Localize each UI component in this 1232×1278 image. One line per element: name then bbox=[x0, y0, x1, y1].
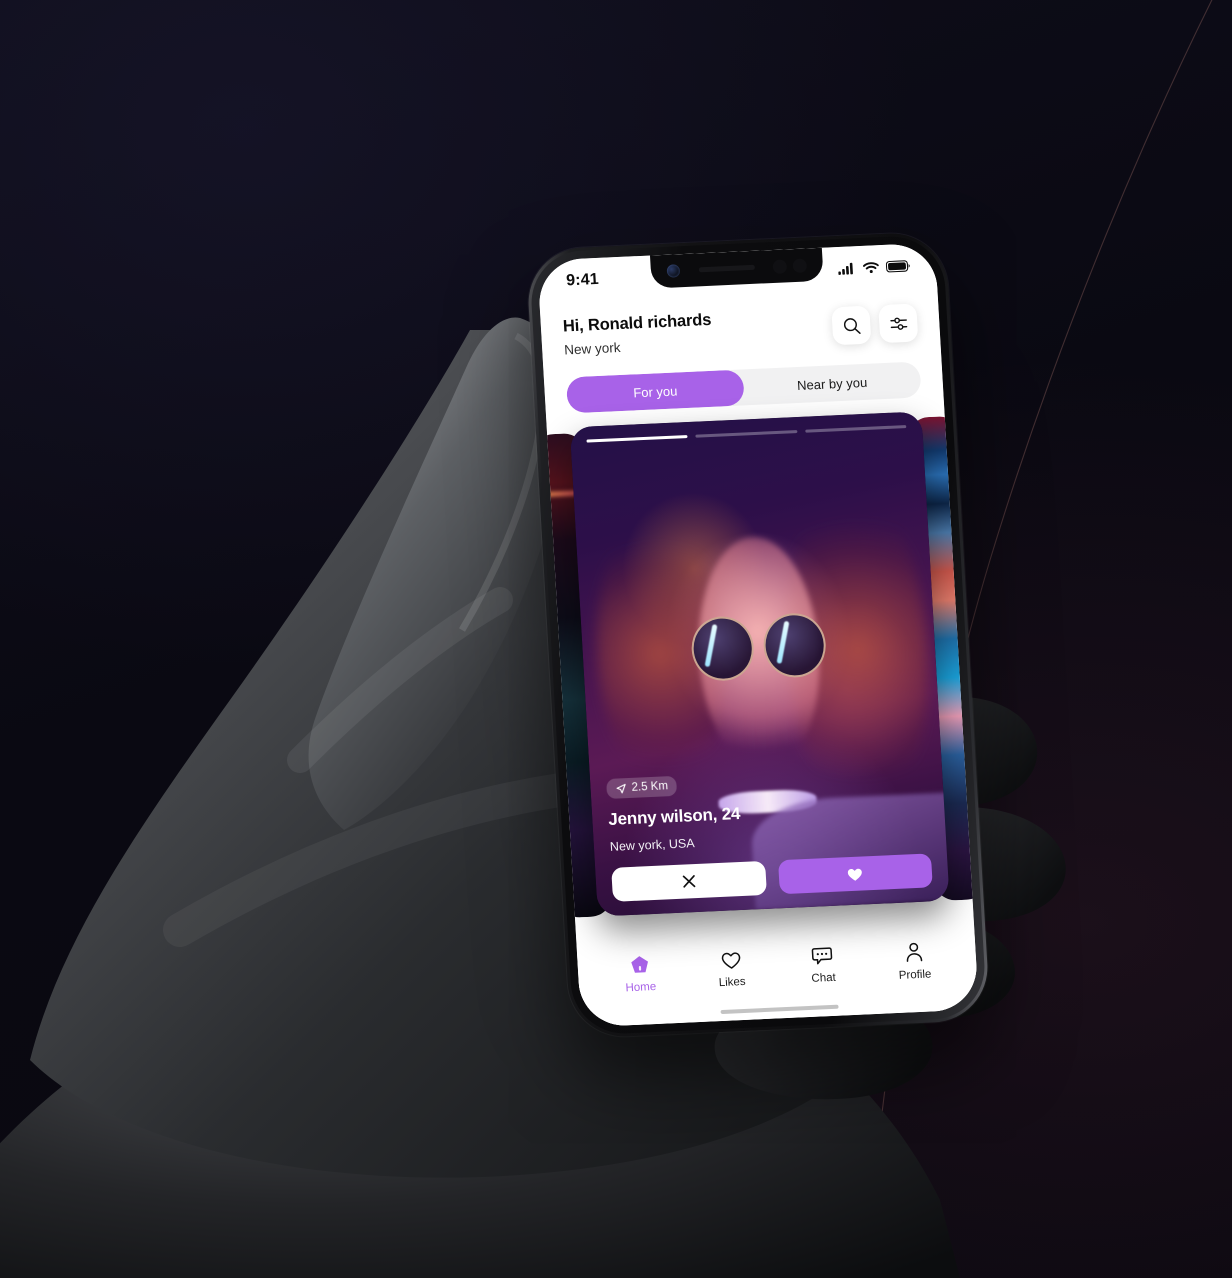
like-button[interactable] bbox=[777, 853, 933, 895]
search-icon bbox=[843, 317, 861, 334]
nav-label-profile: Profile bbox=[898, 968, 932, 982]
reject-button[interactable] bbox=[611, 860, 767, 902]
user-location: New york bbox=[563, 339, 621, 358]
phone-screen: 9:41 Hi, Ronald richards New york For yo… bbox=[537, 242, 979, 1028]
front-camera-icon bbox=[666, 264, 681, 278]
home-icon bbox=[631, 956, 648, 973]
nav-item-home[interactable]: Home bbox=[593, 953, 687, 996]
profile-card[interactable]: 2.5 Km Jenny wilson, 24 New york, USA bbox=[569, 411, 950, 917]
profile-location: New york, USA bbox=[609, 836, 696, 854]
nav-label-likes: Likes bbox=[718, 975, 746, 990]
status-icons bbox=[838, 260, 911, 275]
search-button[interactable] bbox=[831, 305, 872, 346]
distance-text: 2.5 Km bbox=[631, 780, 669, 794]
tab-for-you[interactable]: For you bbox=[566, 369, 745, 413]
dating-app-screen: 9:41 Hi, Ronald richards New york For yo… bbox=[537, 242, 979, 1028]
profile-card-deck: 2.5 Km Jenny wilson, 24 New york, USA bbox=[537, 410, 979, 951]
battery-icon bbox=[885, 260, 910, 273]
wifi-icon bbox=[862, 262, 879, 274]
nav-item-profile[interactable]: Profile bbox=[867, 940, 961, 983]
person-icon bbox=[906, 942, 923, 962]
feed-tabs[interactable]: For you Near by you bbox=[565, 361, 922, 414]
card-action-buttons bbox=[611, 853, 933, 902]
tab-near-by-you[interactable]: Near by you bbox=[743, 361, 922, 405]
profile-name: Jenny wilson, 24 bbox=[607, 803, 741, 829]
location-pin-icon bbox=[616, 783, 626, 793]
sunglasses bbox=[690, 612, 828, 682]
phone-mockup: 9:41 Hi, Ronald richards New york For yo… bbox=[525, 231, 991, 1039]
cellular-signal-icon bbox=[838, 262, 853, 275]
distance-badge: 2.5 Km bbox=[606, 775, 678, 799]
close-icon bbox=[682, 875, 696, 888]
heart-filled-icon bbox=[848, 868, 863, 881]
earpiece-speaker bbox=[698, 264, 755, 273]
nav-item-likes[interactable]: Likes bbox=[685, 948, 779, 990]
header-actions bbox=[831, 303, 919, 346]
profile-card-info: 2.5 Km Jenny wilson, 24 New york, USA bbox=[590, 764, 950, 917]
nav-item-chat[interactable]: Chat bbox=[776, 944, 870, 986]
nav-label-home: Home bbox=[625, 980, 657, 995]
greeting-text: Hi, Ronald richards bbox=[562, 310, 712, 336]
nav-label-chat: Chat bbox=[811, 971, 837, 985]
greeting-block: Hi, Ronald richards New york bbox=[562, 311, 713, 358]
filter-icon bbox=[889, 317, 907, 330]
chat-bubble-icon bbox=[811, 947, 833, 965]
sensor-cluster bbox=[772, 257, 808, 274]
heart-outline-icon bbox=[721, 952, 741, 969]
filter-button[interactable] bbox=[878, 303, 919, 344]
status-time: 9:41 bbox=[565, 270, 600, 290]
